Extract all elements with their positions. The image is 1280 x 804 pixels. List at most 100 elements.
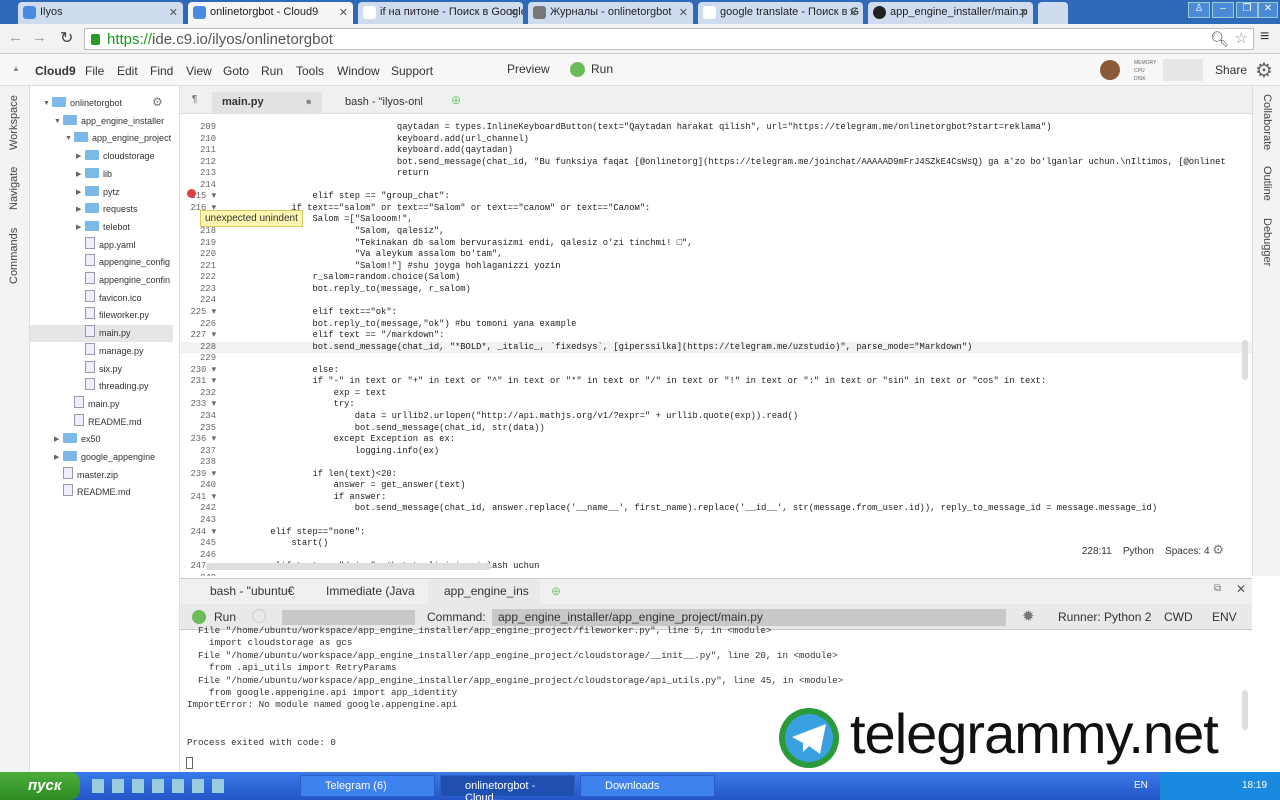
browser-tab[interactable]: Ilyos ✕ [18, 2, 183, 24]
tree-file[interactable]: appengine_config [30, 254, 173, 271]
tree-file[interactable]: favicon.ico [30, 289, 173, 307]
close-panel-icon[interactable]: ✕ [1236, 582, 1246, 596]
tree-folder[interactable]: ▼ onlinetorgbot [30, 95, 173, 112]
chevron-down-icon[interactable]: ▼ [43, 95, 50, 112]
tree-file[interactable]: threading.py [30, 378, 173, 395]
tree-folder[interactable]: ▶ google_appengine [30, 449, 173, 466]
restore-button[interactable]: ❐ [1236, 2, 1258, 18]
chevron-right-icon[interactable]: ▶ [76, 219, 81, 236]
tab-main-py[interactable]: main.py ● [212, 92, 322, 114]
browser-tab[interactable]: google translate - Поиск в G ✕ [698, 2, 863, 24]
tree-file[interactable]: appengine_confin [30, 272, 173, 289]
menu-run[interactable]: Run [261, 64, 283, 78]
chevron-right-icon[interactable]: ▶ [54, 431, 59, 448]
chevron-down-icon[interactable]: ▼ [65, 130, 72, 147]
args-input[interactable] [282, 610, 415, 625]
tree-file[interactable]: six.py [30, 360, 173, 378]
task-telegram[interactable]: Telegram (6) [300, 775, 435, 797]
quick-launch-icons[interactable] [92, 779, 232, 793]
error-marker-icon[interactable] [187, 189, 196, 198]
chevron-right-icon[interactable]: ▶ [76, 184, 81, 201]
menu-support[interactable]: Support [391, 64, 433, 78]
close-tab-icon[interactable]: ✕ [679, 6, 688, 19]
language-mode[interactable]: Python [1123, 546, 1154, 557]
code-editor[interactable]: 209 qaytadan = types.InlineKeyboardButto… [180, 116, 1252, 576]
tab-bash[interactable]: bash - "ilyos-onl [335, 92, 440, 114]
tree-folder[interactable]: ▶ lib [30, 166, 173, 183]
close-tab-icon[interactable]: ✕ [169, 6, 178, 19]
chevron-right-icon[interactable]: ▶ [76, 201, 81, 218]
tree-folder[interactable]: ▼ app_engine_project [30, 130, 173, 147]
restart-icon[interactable] [252, 609, 266, 623]
avatar[interactable] [1100, 60, 1120, 80]
tree-file[interactable]: main.py [30, 325, 173, 343]
commands-tab[interactable]: Commands [8, 228, 20, 284]
reload-icon[interactable]: ↻ [60, 28, 73, 48]
start-button[interactable]: пуск [0, 772, 80, 800]
preview-button[interactable]: Preview [507, 62, 550, 76]
tree-folder[interactable]: ▶ cloudstorage [30, 148, 173, 165]
chevron-right-icon[interactable]: ▶ [54, 449, 59, 466]
tab-menu-icon[interactable]: ¶ [192, 94, 197, 105]
tree-folder[interactable]: ▶ requests [30, 201, 173, 218]
tree-file[interactable]: README.md [30, 413, 173, 431]
tree-folder[interactable]: ▼ app_engine_installer [30, 113, 173, 130]
tree-folder[interactable]: ▶ pytz [30, 184, 173, 201]
menu-window[interactable]: Window [337, 64, 380, 78]
menu-file[interactable]: File [85, 64, 104, 78]
tree-file[interactable]: fileworker.py [30, 307, 173, 324]
back-icon[interactable]: ← [8, 29, 23, 46]
bookmark-star-icon[interactable]: ☆ [1235, 29, 1248, 47]
tree-file[interactable]: main.py [30, 395, 173, 413]
menu-goto[interactable]: Goto [223, 64, 249, 78]
tab-bash-ubuntu[interactable]: bash - "ubuntu€ [210, 584, 294, 598]
task-chrome[interactable]: onlinetorgbot - Cloud... [440, 775, 575, 804]
add-console-tab-icon[interactable]: ⊕ [551, 584, 561, 598]
tree-file[interactable]: manage.py [30, 342, 173, 360]
browser-tab-active[interactable]: onlinetorgbot - Cloud9 ✕ [188, 2, 353, 24]
vertical-scrollbar[interactable] [1242, 340, 1248, 380]
indent-setting[interactable]: Spaces: 4 [1165, 546, 1209, 557]
maximize-icon[interactable]: ⧉ [1214, 583, 1221, 594]
menu-find[interactable]: Find [150, 64, 173, 78]
cwd-button[interactable]: CWD [1164, 610, 1193, 624]
browser-tab[interactable]: app_engine_installer/main.p ✕ [868, 2, 1033, 24]
tree-file[interactable]: app.yaml [30, 236, 173, 254]
menu-view[interactable]: View [186, 64, 212, 78]
close-window-button[interactable]: ✕ [1258, 2, 1278, 18]
minimize-button[interactable]: – [1212, 2, 1234, 18]
menu-tools[interactable]: Tools [296, 64, 324, 78]
tab-run-output[interactable]: app_engine_ins [428, 579, 540, 605]
tree-file[interactable]: README.md [30, 484, 173, 501]
console-run-button[interactable]: Run [214, 610, 236, 624]
resource-meters[interactable]: MEMORY CPU DISK [1134, 59, 1156, 83]
chrome-menu-icon[interactable]: ≡ [1260, 28, 1269, 46]
task-downloads[interactable]: Downloads [580, 775, 715, 797]
horizontal-scrollbar[interactable] [206, 563, 491, 570]
close-tab-icon[interactable]: ✕ [509, 6, 518, 19]
debugger-tab[interactable]: Debugger [1261, 218, 1273, 266]
language-indicator[interactable]: EN [1134, 780, 1148, 791]
close-tab-icon[interactable]: ✕ [1019, 6, 1028, 19]
menu-cloud9[interactable]: Cloud9 [35, 64, 76, 78]
add-tab-icon[interactable]: ⊕ [451, 93, 461, 107]
menu-edit[interactable]: Edit [117, 64, 138, 78]
env-button[interactable]: ENV [1212, 610, 1237, 624]
tree-folder[interactable]: ▶ ex50 [30, 431, 173, 448]
user-icon[interactable]: ♙ [1188, 2, 1210, 18]
run-button[interactable]: Run [591, 62, 613, 76]
collaborate-tab[interactable]: Collaborate [1261, 94, 1273, 150]
url-input[interactable]: https://ide.c9.io/ilyos/onlinetorgbot 🔍︎… [84, 28, 1254, 50]
tree-folder[interactable]: ▶ telebot [30, 219, 173, 236]
close-tab-icon[interactable]: ✕ [339, 6, 348, 19]
browser-tab[interactable]: Журналы - onlinetorgbot ✕ [528, 2, 693, 24]
share-button[interactable]: Share [1215, 63, 1247, 77]
chevron-right-icon[interactable]: ▶ [76, 148, 81, 165]
new-tab-button[interactable] [1038, 2, 1068, 24]
tab-immediate[interactable]: Immediate (Java [326, 584, 415, 598]
outline-tab[interactable]: Outline [1261, 166, 1273, 201]
zoom-icon[interactable]: 🔍︎ [1210, 30, 1229, 48]
forward-icon[interactable]: → [32, 29, 47, 46]
tree-file[interactable]: master.zip [30, 466, 173, 484]
runner-select[interactable]: Runner: Python 2 [1058, 610, 1151, 624]
